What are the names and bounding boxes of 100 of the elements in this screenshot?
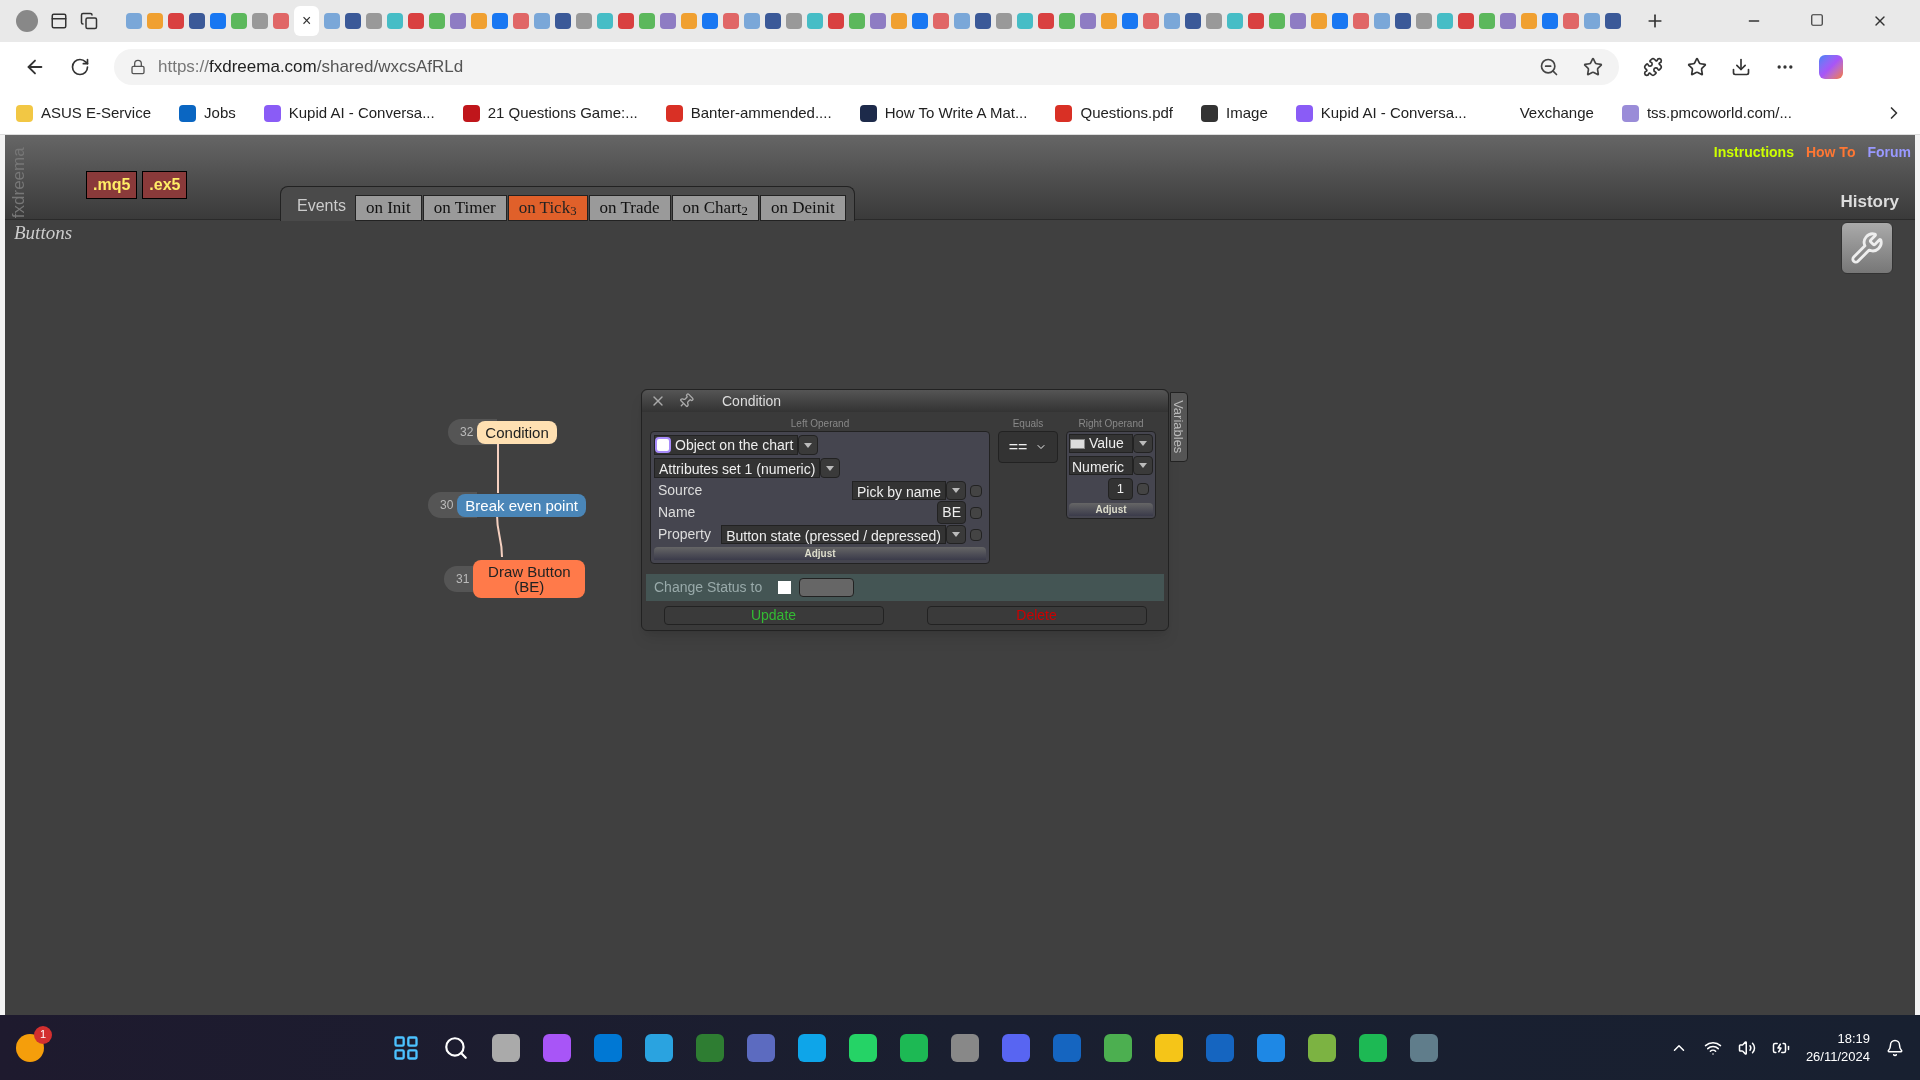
tab-site-icon[interactable] xyxy=(1038,13,1055,29)
tab-site-icon[interactable] xyxy=(933,13,950,29)
clock-date[interactable]: 26/11/2024 xyxy=(1805,1047,1870,1066)
clock-time[interactable]: 18:19 xyxy=(1837,1029,1870,1048)
adjust-button[interactable]: Adjust xyxy=(654,547,986,560)
checkbox[interactable] xyxy=(970,528,982,541)
dropdown-field[interactable]: Pick by name xyxy=(851,481,946,500)
tab-site-icon[interactable] xyxy=(618,13,635,29)
attribute-select[interactable]: Attributes set 1 (numeric) xyxy=(654,458,821,478)
type-select[interactable]: Value xyxy=(1069,434,1133,453)
event-tab[interactable]: on Init xyxy=(354,195,422,221)
tab-site-icon[interactable] xyxy=(1500,13,1517,29)
dialog-button[interactable]: Update xyxy=(663,606,884,625)
favorite-star-icon[interactable] xyxy=(1583,57,1603,77)
event-tab[interactable]: on Deinit xyxy=(759,195,846,221)
name-field[interactable]: BE xyxy=(937,501,966,524)
value-field[interactable]: 1 xyxy=(1107,478,1133,500)
tab-site-icon[interactable] xyxy=(210,13,226,29)
dropdown-arrow-button[interactable] xyxy=(946,481,966,500)
history-link[interactable]: History xyxy=(1840,189,1899,215)
reload-icon[interactable] xyxy=(70,57,90,77)
dropdown-field[interactable]: Button state (pressed / depressed) xyxy=(721,525,946,544)
bookmark-link[interactable]: Vexchange xyxy=(1519,101,1594,125)
bookmark-link[interactable]: 21 Questions Game:... xyxy=(487,101,638,125)
tab-site-icon[interactable] xyxy=(786,13,803,29)
dropdown-arrow-button[interactable] xyxy=(820,458,841,478)
bookmark-link[interactable]: Kupid AI - Conversa... xyxy=(288,101,435,125)
tab-site-icon[interactable] xyxy=(1248,13,1265,29)
event-tab[interactable]: on Trade xyxy=(588,195,671,221)
tab-site-icon[interactable] xyxy=(723,13,740,29)
app-icon[interactable] xyxy=(951,1033,979,1062)
tab-site-icon[interactable] xyxy=(1458,13,1475,29)
tab-site-icon[interactable] xyxy=(1290,13,1307,29)
start-icon[interactable] xyxy=(392,1033,420,1062)
app-icon[interactable] xyxy=(1257,1033,1285,1062)
flow-node[interactable]: Break even point xyxy=(457,493,586,517)
status-checkbox[interactable] xyxy=(778,581,792,594)
app-icon[interactable] xyxy=(645,1033,673,1062)
app-icon[interactable] xyxy=(849,1033,877,1062)
tab-site-icon[interactable] xyxy=(912,13,929,29)
wrench-button[interactable] xyxy=(1841,222,1893,274)
tab-site-icon[interactable] xyxy=(345,13,362,29)
tab-site-icon[interactable] xyxy=(366,13,383,29)
tab-site-icon[interactable] xyxy=(870,13,887,29)
search-icon[interactable] xyxy=(443,1034,469,1061)
tab-site-icon[interactable] xyxy=(828,13,845,29)
adjust-button[interactable]: Adjust xyxy=(1069,502,1153,516)
bookmark-link[interactable]: How To Write A Mat... xyxy=(884,101,1028,125)
tab-site-icon[interactable] xyxy=(1353,13,1370,29)
app-icon[interactable] xyxy=(1104,1033,1132,1062)
address-field[interactable]: https://fxdreema.com/shared/wxcsAfRLd xyxy=(114,49,1619,85)
app-icon[interactable] xyxy=(1308,1033,1336,1062)
tab-site-icon[interactable] xyxy=(1605,13,1622,29)
header-link[interactable]: Instructions xyxy=(1713,142,1794,163)
tab-site-icon[interactable] xyxy=(1395,13,1412,29)
extensions-icon[interactable] xyxy=(1643,57,1663,77)
assistant-icon[interactable] xyxy=(1819,55,1843,79)
app-icon[interactable] xyxy=(900,1033,928,1062)
format-select[interactable]: Numeric xyxy=(1069,456,1133,475)
tab-site-icon[interactable] xyxy=(765,13,782,29)
workspaces-icon[interactable] xyxy=(50,12,68,30)
tab-site-icon[interactable] xyxy=(408,13,425,29)
bookmark-link[interactable]: ASUS E-Service xyxy=(41,101,152,125)
tab-site-icon[interactable] xyxy=(996,13,1013,29)
checkbox[interactable] xyxy=(970,506,982,519)
tab-site-icon[interactable] xyxy=(1143,13,1160,29)
tab-site-icon[interactable] xyxy=(1416,13,1433,29)
bookmark-link[interactable]: Banter-ammended.... xyxy=(690,101,832,125)
checkbox[interactable] xyxy=(1137,482,1149,495)
tab-site-icon[interactable] xyxy=(168,13,184,29)
bookmark-link[interactable]: Image xyxy=(1226,101,1268,125)
flow-node[interactable]: Draw Button (BE) xyxy=(473,560,586,598)
tab-site-icon[interactable] xyxy=(450,13,467,29)
flow-node[interactable]: Condition xyxy=(477,420,557,444)
profile-icon[interactable] xyxy=(16,10,38,32)
restore-icon[interactable] xyxy=(1810,13,1824,27)
bookmark-link[interactable]: Jobs xyxy=(204,101,236,125)
download-icon[interactable] xyxy=(1731,57,1751,77)
dropdown-arrow-button[interactable] xyxy=(1133,434,1153,453)
tab-site-icon[interactable] xyxy=(492,13,509,29)
dropdown-arrow-button[interactable] xyxy=(798,435,819,455)
operator-select[interactable]: == xyxy=(998,431,1058,463)
bookmark-link[interactable]: Questions.pdf xyxy=(1080,101,1174,125)
app-icon[interactable] xyxy=(543,1033,571,1062)
tab-site-icon[interactable] xyxy=(189,13,205,29)
app-icon[interactable] xyxy=(1359,1033,1387,1062)
tab-site-icon[interactable] xyxy=(702,13,719,29)
tab-site-icon[interactable] xyxy=(576,13,593,29)
app-icon[interactable] xyxy=(798,1033,826,1062)
dropdown-arrow-button[interactable] xyxy=(1133,456,1153,475)
zoom-icon[interactable] xyxy=(1539,57,1559,77)
event-tab[interactable]: on Chart$_{2}$ xyxy=(671,195,759,221)
tab-site-icon[interactable] xyxy=(1332,13,1349,29)
notifications-icon[interactable] xyxy=(1886,1038,1904,1057)
checkbox[interactable] xyxy=(970,484,982,497)
export-button[interactable]: .ex5 xyxy=(142,171,188,199)
event-tab[interactable]: on Timer xyxy=(422,195,507,221)
tab-site-icon[interactable] xyxy=(1563,13,1580,29)
tab-site-icon[interactable] xyxy=(975,13,992,29)
tab-site-icon[interactable] xyxy=(513,13,530,29)
